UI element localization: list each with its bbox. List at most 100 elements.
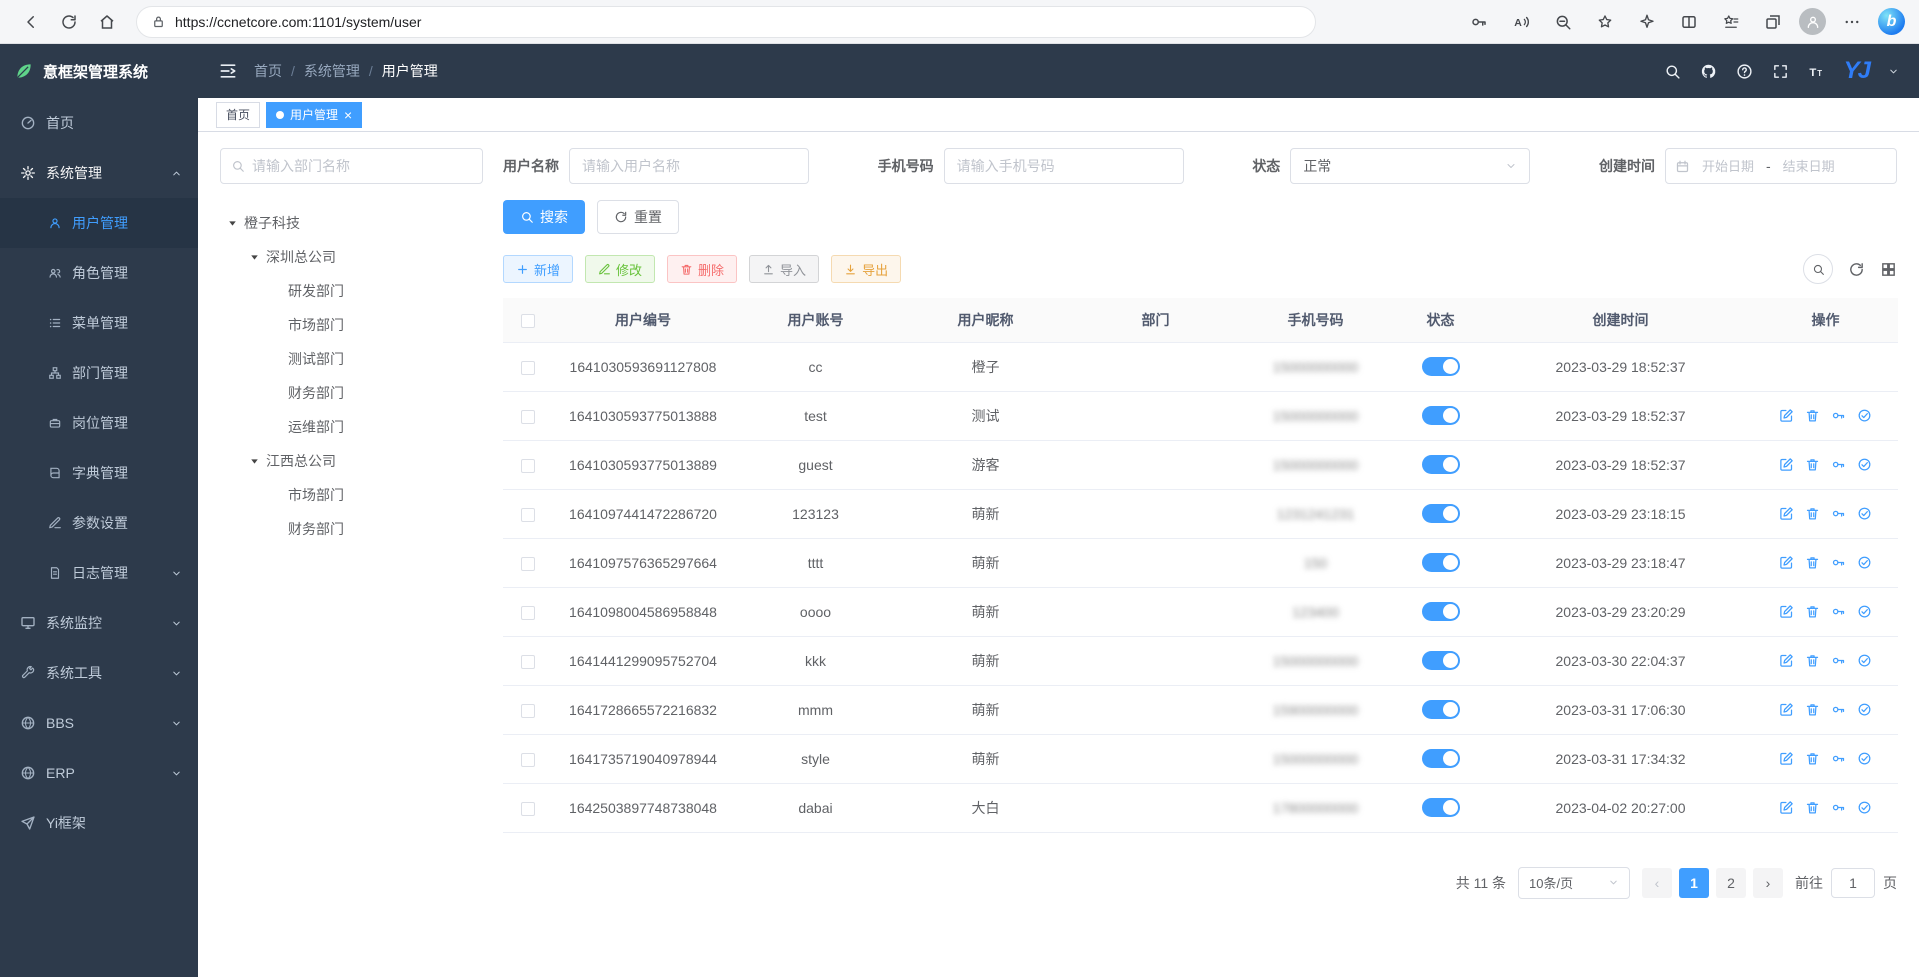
more-icon[interactable]	[1836, 6, 1868, 38]
status-toggle[interactable]	[1422, 455, 1460, 474]
check-circle-icon[interactable]	[1857, 702, 1872, 717]
refresh-icon[interactable]	[52, 5, 86, 39]
row-checkbox[interactable]	[521, 655, 535, 669]
toggle-search-button[interactable]	[1803, 254, 1833, 284]
end-date-input[interactable]	[1776, 159, 1842, 174]
sidebar-item-yi-framework[interactable]: Yi框架	[0, 798, 198, 848]
key-icon[interactable]	[1831, 604, 1846, 619]
trash-icon[interactable]	[1805, 555, 1820, 570]
tree-node[interactable]: 财务部门	[220, 512, 483, 546]
phone-input[interactable]	[944, 148, 1184, 184]
status-toggle[interactable]	[1422, 602, 1460, 621]
next-page-button[interactable]: ›	[1753, 868, 1783, 898]
department-search-input[interactable]	[252, 158, 472, 174]
brand-badge[interactable]: YJ	[1844, 57, 1869, 85]
edit-square-icon[interactable]	[1779, 751, 1794, 766]
fullscreen-icon[interactable]	[1772, 63, 1789, 80]
trash-icon[interactable]	[1805, 408, 1820, 423]
row-checkbox[interactable]	[521, 459, 535, 473]
check-circle-icon[interactable]	[1857, 408, 1872, 423]
sidebar-item-system-tools[interactable]: 系统工具	[0, 648, 198, 698]
status-toggle[interactable]	[1422, 798, 1460, 817]
column-settings-icon[interactable]	[1880, 261, 1897, 278]
page-button-2[interactable]: 2	[1716, 868, 1746, 898]
sidebar-item-param-settings[interactable]: 参数设置	[0, 498, 198, 548]
prev-page-button[interactable]: ‹	[1642, 868, 1672, 898]
edit-square-icon[interactable]	[1779, 800, 1794, 815]
edit-button[interactable]: 修改	[585, 255, 655, 283]
check-circle-icon[interactable]	[1857, 555, 1872, 570]
start-date-input[interactable]	[1695, 159, 1761, 174]
tree-node[interactable]: 测试部门	[220, 342, 483, 376]
favorites-bar-icon[interactable]	[1715, 6, 1747, 38]
reset-button[interactable]: 重置	[597, 200, 679, 234]
breadcrumb-item[interactable]: 首页	[254, 61, 282, 81]
trash-icon[interactable]	[1805, 457, 1820, 472]
refresh-table-icon[interactable]	[1848, 261, 1865, 278]
page-button-1[interactable]: 1	[1679, 868, 1709, 898]
edit-square-icon[interactable]	[1779, 457, 1794, 472]
status-toggle[interactable]	[1422, 553, 1460, 572]
check-circle-icon[interactable]	[1857, 506, 1872, 521]
edit-square-icon[interactable]	[1779, 408, 1794, 423]
add-button[interactable]: 新增	[503, 255, 573, 283]
row-checkbox[interactable]	[521, 704, 535, 718]
breadcrumb-item[interactable]: 系统管理	[304, 61, 360, 81]
search-button[interactable]: 搜索	[503, 200, 585, 234]
edit-square-icon[interactable]	[1779, 702, 1794, 717]
trash-icon[interactable]	[1805, 702, 1820, 717]
home-icon[interactable]	[90, 5, 124, 39]
tree-node[interactable]: 运维部门	[220, 410, 483, 444]
row-checkbox[interactable]	[521, 802, 535, 816]
zoom-out-icon[interactable]	[1547, 6, 1579, 38]
key-icon[interactable]	[1831, 702, 1846, 717]
row-checkbox[interactable]	[521, 753, 535, 767]
trash-icon[interactable]	[1805, 653, 1820, 668]
tab-user-management[interactable]: 用户管理×	[266, 102, 362, 128]
status-toggle[interactable]	[1422, 700, 1460, 719]
row-checkbox[interactable]	[521, 410, 535, 424]
edit-square-icon[interactable]	[1779, 506, 1794, 521]
row-checkbox[interactable]	[521, 606, 535, 620]
check-circle-icon[interactable]	[1857, 800, 1872, 815]
status-toggle[interactable]	[1422, 357, 1460, 376]
tree-node[interactable]: 市场部门	[220, 308, 483, 342]
date-range-picker[interactable]: -	[1665, 148, 1897, 184]
goto-page-input[interactable]	[1831, 868, 1875, 898]
trash-icon[interactable]	[1805, 751, 1820, 766]
row-checkbox[interactable]	[521, 361, 535, 375]
sidebar-item-role-management[interactable]: 角色管理	[0, 248, 198, 298]
edit-square-icon[interactable]	[1779, 604, 1794, 619]
key-icon[interactable]	[1463, 6, 1495, 38]
export-button[interactable]: 导出	[831, 255, 901, 283]
check-circle-icon[interactable]	[1857, 457, 1872, 472]
back-icon[interactable]	[14, 5, 48, 39]
row-checkbox[interactable]	[521, 557, 535, 571]
search-icon[interactable]	[1664, 63, 1681, 80]
status-toggle[interactable]	[1422, 504, 1460, 523]
tree-node[interactable]: 财务部门	[220, 376, 483, 410]
sidebar-item-home[interactable]: 首页	[0, 98, 198, 148]
key-icon[interactable]	[1831, 408, 1846, 423]
breadcrumb-item[interactable]: 用户管理	[382, 61, 438, 81]
copilot-icon[interactable]: b	[1878, 8, 1905, 35]
key-icon[interactable]	[1831, 457, 1846, 472]
help-icon[interactable]	[1736, 63, 1753, 80]
sidebar-item-post-management[interactable]: 岗位管理	[0, 398, 198, 448]
split-screen-icon[interactable]	[1673, 6, 1705, 38]
status-toggle[interactable]	[1422, 749, 1460, 768]
page-size-select[interactable]: 10条/页	[1518, 867, 1630, 899]
tree-node[interactable]: 江西总公司	[220, 444, 483, 478]
delete-button[interactable]: 删除	[667, 255, 737, 283]
username-input[interactable]	[569, 148, 809, 184]
sidebar-item-erp[interactable]: ERP	[0, 748, 198, 798]
tree-node[interactable]: 深圳总公司	[220, 240, 483, 274]
collections-icon[interactable]	[1757, 6, 1789, 38]
edit-square-icon[interactable]	[1779, 653, 1794, 668]
tab-close-icon[interactable]: ×	[344, 108, 352, 122]
key-icon[interactable]	[1831, 506, 1846, 521]
font-size-icon[interactable]	[1808, 63, 1825, 80]
profile-avatar[interactable]	[1799, 8, 1826, 35]
tree-node[interactable]: 橙子科技	[220, 206, 483, 240]
sidebar-item-dict-management[interactable]: 字典管理	[0, 448, 198, 498]
